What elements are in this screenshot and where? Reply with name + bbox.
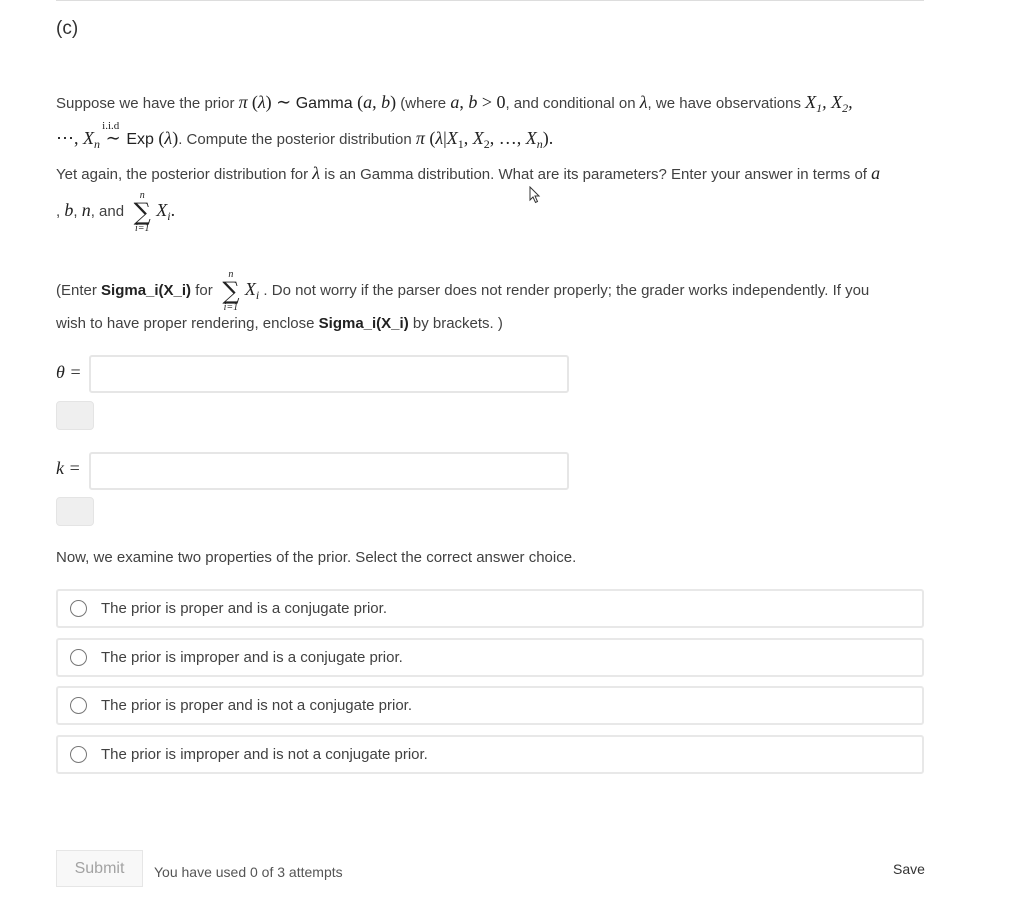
choice-option[interactable]: The prior is improper and is not a conju… — [56, 735, 924, 774]
k-input[interactable] — [89, 452, 569, 490]
math-dots: ⋯, Xn — [56, 128, 100, 151]
parameters-prompt-line2: , b, n, and n ∑ i=1 Xi. — [56, 190, 926, 234]
math-lambda-arg: (λ) — [251, 92, 272, 112]
text: Suppose we have the prior — [56, 95, 239, 112]
text: Yet again, the posterior distribution fo… — [56, 166, 313, 183]
entry-instructions-line2: wish to have proper rendering, enclose S… — [56, 309, 926, 339]
sigma-syntax: Sigma_i(X_i) — [318, 315, 409, 332]
choice-label: The prior is proper and is not a conjuga… — [101, 697, 413, 714]
text: , and — [90, 202, 129, 220]
radio-circle-icon[interactable] — [70, 649, 87, 666]
math-posterior: π (λ|X1, X2, …, Xn). — [415, 128, 554, 151]
math-pi: π — [238, 92, 248, 112]
text: is an Gamma distribution. What are its p… — [320, 166, 872, 183]
problem-statement: Suppose we have the prior π (λ) ∼ Gamma … — [56, 87, 926, 159]
sigma-syntax: Sigma_i(X_i) — [101, 281, 192, 299]
mouse-pointer-icon — [529, 186, 541, 204]
radio-circle-icon[interactable] — [70, 746, 87, 763]
entry-instructions: (Enter Sigma_i(X_i) for n ∑ i=1 Xi . Do not… — [56, 269, 926, 313]
attempts-counter: You have used 0 of 3 attempts — [154, 864, 343, 880]
text: (where — [396, 95, 451, 112]
parameters-prompt: Yet again, the posterior distribution fo… — [56, 158, 926, 190]
math-xi: Xi — [156, 199, 171, 223]
choice-option[interactable]: The prior is proper and is not a conjuga… — [56, 686, 924, 725]
save-button[interactable]: Save — [893, 861, 925, 877]
text: . — [170, 199, 176, 220]
radio-circle-icon[interactable] — [70, 600, 87, 617]
theta-input[interactable] — [89, 355, 569, 393]
theta-status-indicator — [56, 401, 94, 430]
text: , — [73, 202, 82, 220]
text: by brackets. ) — [408, 315, 503, 332]
choice-question: Now, we examine two properties of the pr… — [56, 549, 577, 566]
k-label: k = — [56, 458, 81, 478]
submit-button[interactable]: Submit — [56, 850, 143, 887]
theta-label: θ = — [56, 362, 82, 382]
choice-label: The prior is improper and is not a conju… — [101, 746, 428, 763]
math-exp-arg: (λ) — [153, 128, 179, 148]
math-a: a — [871, 163, 881, 183]
math-sim: ∼ — [271, 92, 296, 112]
text: wish to have proper rendering, enclose — [56, 315, 319, 332]
math-gamma: Gamma — [295, 95, 353, 112]
choice-option[interactable]: The prior is improper and is a conjugate… — [56, 638, 924, 677]
text: . Do not worry if the parser does not re… — [259, 281, 870, 299]
text: (Enter — [56, 281, 102, 299]
math-xi: Xi — [244, 278, 260, 302]
math-b: b — [64, 199, 74, 220]
top-divider — [56, 0, 924, 1]
choice-option[interactable]: The prior is proper and is a conjugate p… — [56, 589, 924, 628]
math-exp: Exp — [126, 131, 154, 148]
radio-circle-icon[interactable] — [70, 697, 87, 714]
math-summation: n ∑ i=1 — [222, 269, 240, 313]
text: for — [191, 281, 217, 299]
math-cond: a, b > 0 — [450, 92, 506, 112]
math-observations: X1, X2, — [805, 92, 853, 115]
text: . Compute the posterior distribution — [178, 131, 416, 148]
math-n: n — [81, 199, 91, 220]
math-lambda: λ — [639, 92, 648, 112]
text: , and conditional on — [505, 95, 640, 112]
choice-label: The prior is proper and is a conjugate p… — [101, 600, 387, 617]
part-label: (c) — [56, 18, 79, 39]
math-iid-sim: i.i.d ∼ — [102, 120, 121, 148]
choice-label: The prior is improper and is a conjugate… — [101, 649, 403, 666]
math-summation: n ∑ i=1 — [133, 190, 151, 234]
k-status-indicator — [56, 497, 94, 526]
text: , we have observations — [647, 95, 806, 112]
math-lambda: λ — [312, 163, 321, 183]
math-ab: (a, b) — [352, 92, 397, 112]
